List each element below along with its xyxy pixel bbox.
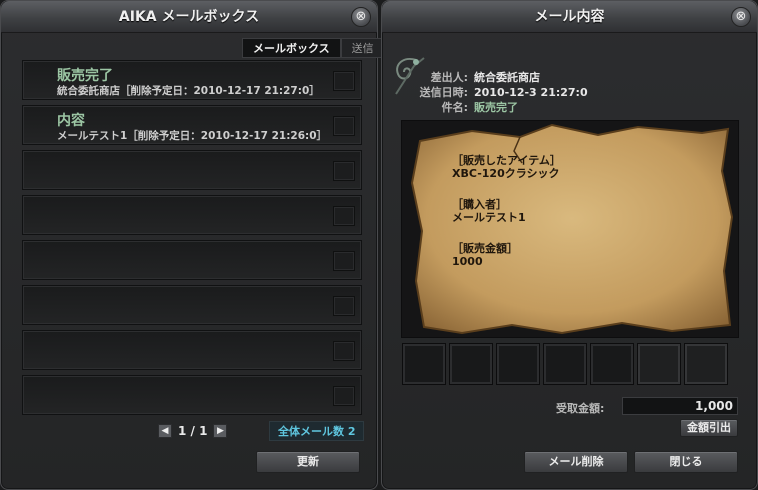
sent-date-value: 2010-12-3 21:27:0	[474, 86, 588, 99]
mail-checkbox[interactable]	[333, 206, 355, 226]
mail-checkbox[interactable]	[333, 116, 355, 136]
mail-item-empty[interactable]	[22, 195, 362, 235]
attachment-slot[interactable]	[543, 343, 587, 385]
refresh-button[interactable]: 更新	[256, 451, 360, 473]
attachment-slot[interactable]	[402, 343, 446, 385]
mail-checkbox[interactable]	[333, 251, 355, 271]
mailbox-title: AIKA メールボックス	[1, 1, 377, 33]
pager: ◀ 1 / 1 ▶	[158, 423, 228, 439]
withdraw-amount-button[interactable]: 金額引出	[680, 419, 738, 437]
tab-mailbox[interactable]: メールボックス	[242, 38, 341, 58]
attachment-slot[interactable]	[590, 343, 634, 385]
attachment-slot[interactable]	[637, 343, 681, 385]
buyer-value: メールテスト1	[452, 211, 526, 224]
mail-body: ［販売したアイテム］ XBC-120クラシック ［購入者］ メールテスト1 ［販…	[401, 120, 739, 338]
mailbox-tabs: メールボックス 送信	[242, 38, 385, 58]
delete-mail-button[interactable]: メール削除	[524, 451, 628, 473]
mail-item-content[interactable]: 内容 メールテスト1［削除予定日：2010-12-17 21:26:0］	[22, 105, 362, 145]
sent-date-label: 送信日時:	[419, 86, 468, 99]
mail-item-empty[interactable]	[22, 330, 362, 370]
page-indicator: 1 / 1	[178, 424, 208, 438]
mail-item-empty[interactable]	[22, 150, 362, 190]
sender-label: 差出人:	[430, 71, 468, 84]
mail-header: 差出人: 統合委託商店 送信日時: 2010-12-3 21:27:0 件名: 販売完…	[410, 70, 588, 115]
mail-subject: 内容	[57, 113, 85, 129]
mail-checkbox[interactable]	[333, 71, 355, 91]
mail-checkbox[interactable]	[333, 386, 355, 406]
close-icon[interactable]: ⊗	[351, 7, 371, 27]
mail-checkbox[interactable]	[333, 296, 355, 316]
next-page-icon[interactable]: ▶	[213, 424, 228, 438]
attachment-slot[interactable]	[684, 343, 728, 385]
mail-item-empty[interactable]	[22, 375, 362, 415]
mail-meta: メールテスト1［削除予定日：2010-12-17 21:26:0］	[57, 130, 328, 142]
subject-value: 販売完了	[474, 101, 518, 114]
mail-item-empty[interactable]	[22, 285, 362, 325]
close-icon[interactable]: ⊗	[731, 7, 751, 27]
attachment-slot[interactable]	[496, 343, 540, 385]
mail-list: 販売完了 統合委託商店［削除予定日：2010-12-17 21:27:0］ 内容…	[22, 60, 362, 420]
mail-item-sale-complete[interactable]: 販売完了 統合委託商店［削除予定日：2010-12-17 21:27:0］	[22, 60, 362, 100]
mail-checkbox[interactable]	[333, 341, 355, 361]
sale-amount-header: ［販売金額］	[452, 242, 518, 255]
attachment-slots	[402, 343, 728, 385]
close-button[interactable]: 閉じる	[634, 451, 738, 473]
prev-page-icon[interactable]: ◀	[158, 424, 172, 438]
received-amount-value: 1,000	[622, 397, 738, 415]
tab-send[interactable]: 送信	[340, 38, 385, 58]
received-amount-label: 受取金額:	[556, 402, 605, 415]
total-mail-count: 全体メール数 2	[269, 421, 365, 441]
mail-subject: 販売完了	[57, 68, 113, 84]
sold-item-value: XBC-120クラシック	[452, 167, 560, 180]
buyer-header: ［購入者］	[452, 198, 507, 211]
sale-amount-value: 1000	[452, 255, 483, 268]
mail-meta: 統合委託商店［削除予定日：2010-12-17 21:27:0］	[57, 85, 320, 97]
sold-item-header: ［販売したアイテム］	[452, 154, 561, 167]
mail-item-empty[interactable]	[22, 240, 362, 280]
mail-body-text: ［販売したアイテム］ XBC-120クラシック ［購入者］ メールテスト1 ［販…	[452, 154, 561, 268]
attachment-slot[interactable]	[449, 343, 493, 385]
mail-checkbox[interactable]	[333, 161, 355, 181]
mail-content-title: メール内容	[382, 1, 757, 33]
sender-value: 統合委託商店	[474, 71, 540, 84]
subject-label: 件名:	[441, 101, 468, 114]
